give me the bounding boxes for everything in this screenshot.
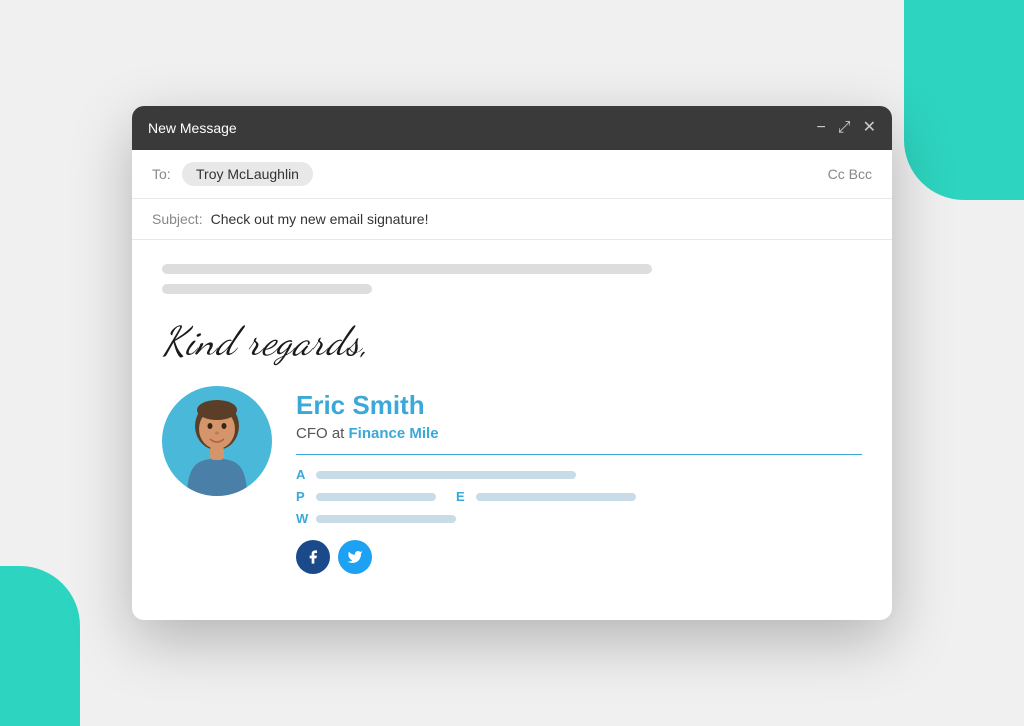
body-line-1 bbox=[162, 264, 652, 274]
address-bar bbox=[316, 471, 576, 479]
phone-bar bbox=[316, 493, 436, 501]
titlebar: New Message − ⤢ ✕ bbox=[132, 106, 892, 150]
body-area[interactable]: Kind regards, bbox=[132, 240, 892, 620]
bg-decoration-top bbox=[904, 0, 1024, 200]
phone-label: P bbox=[296, 489, 308, 504]
sig-address-row: A bbox=[296, 467, 862, 482]
recipient-chip[interactable]: Troy McLaughlin bbox=[182, 162, 313, 186]
maximize-button[interactable]: ⤢ bbox=[838, 120, 851, 136]
email-bar bbox=[476, 493, 636, 501]
avatar bbox=[162, 386, 272, 496]
email-compose-window: New Message − ⤢ ✕ To: Troy McLaughlin Cc… bbox=[132, 106, 892, 620]
sig-name: Eric Smith bbox=[296, 390, 862, 421]
website-label: W bbox=[296, 511, 308, 526]
address-label: A bbox=[296, 467, 308, 482]
signature-info: Eric Smith CFO at Finance Mile A P bbox=[296, 386, 862, 574]
sig-details: A P E W bbox=[296, 467, 862, 526]
bg-decoration-bottom bbox=[0, 566, 80, 726]
to-label: To: bbox=[152, 166, 172, 182]
sig-website-row: W bbox=[296, 511, 862, 526]
website-bar bbox=[316, 515, 456, 523]
close-button[interactable]: ✕ bbox=[863, 120, 876, 136]
window-controls: − ⤢ ✕ bbox=[816, 120, 876, 136]
facebook-icon bbox=[305, 549, 321, 565]
twitter-icon bbox=[347, 549, 363, 565]
to-row: To: Troy McLaughlin Cc Bcc bbox=[132, 150, 892, 199]
sig-title: CFO at Finance Mile bbox=[296, 425, 862, 442]
body-placeholder-lines bbox=[162, 264, 862, 294]
avatar-illustration bbox=[172, 396, 262, 496]
cc-bcc-button[interactable]: Cc Bcc bbox=[828, 166, 872, 182]
email-label: E bbox=[456, 489, 468, 504]
minimize-button[interactable]: − bbox=[816, 120, 825, 136]
twitter-button[interactable] bbox=[338, 540, 372, 574]
sig-divider bbox=[296, 454, 862, 455]
sig-company: Finance Mile bbox=[349, 425, 439, 442]
subject-row: Subject: Check out my new email signatur… bbox=[132, 199, 892, 240]
signature-greeting: Kind regards, bbox=[162, 318, 862, 366]
subject-text: Check out my new email signature! bbox=[211, 211, 429, 227]
sig-title-prefix: CFO at bbox=[296, 425, 349, 442]
facebook-button[interactable] bbox=[296, 540, 330, 574]
subject-label: Subject: bbox=[152, 211, 203, 227]
sig-phone-email-row: P E bbox=[296, 489, 862, 504]
window-title: New Message bbox=[148, 120, 237, 136]
social-icons bbox=[296, 540, 862, 574]
body-line-2 bbox=[162, 284, 372, 294]
signature-card: Eric Smith CFO at Finance Mile A P bbox=[162, 386, 862, 574]
